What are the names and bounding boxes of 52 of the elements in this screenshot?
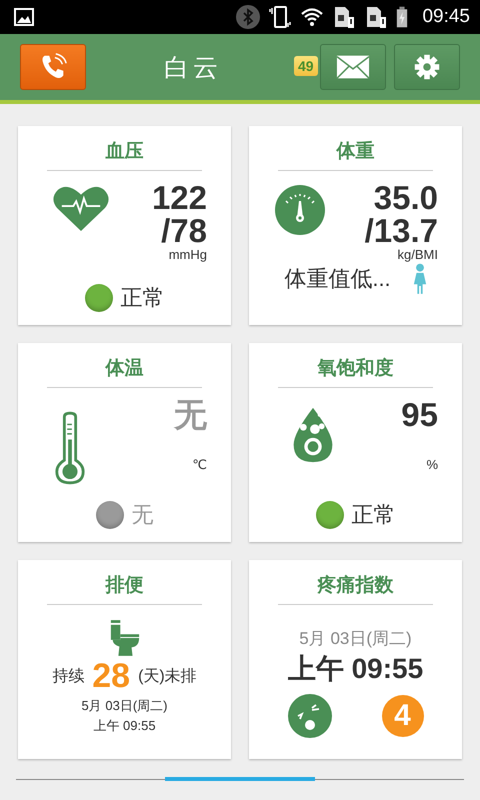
days-count: 28 bbox=[92, 657, 130, 696]
message-button[interactable] bbox=[320, 44, 386, 90]
card-title: 体重 bbox=[336, 140, 374, 164]
card-title: 疼痛指数 bbox=[318, 574, 394, 598]
record-date: 5月 03日(周二) bbox=[82, 697, 168, 715]
status-text: 正常 bbox=[120, 284, 164, 312]
card-background[interactable]: 体重 35.0 /13.7 kg/BMI 体重值低... bbox=[249, 126, 462, 325]
card-background[interactable]: 氧饱和度 95 % 正常 bbox=[249, 343, 462, 542]
reading-value: 122 bbox=[152, 181, 207, 214]
reading-value: /13.7 bbox=[364, 214, 438, 247]
sim-card-icon bbox=[332, 5, 356, 29]
unit-label: mmHg bbox=[168, 247, 207, 262]
gauge-icon bbox=[275, 185, 325, 235]
record-date: 5月 03日(周二) bbox=[299, 628, 412, 650]
record-time: 上午 09:55 bbox=[93, 717, 156, 735]
reading-value: 无 bbox=[174, 398, 207, 431]
pain-score-badge: 4 bbox=[382, 695, 424, 737]
status-text: 无 bbox=[132, 501, 154, 529]
unit-label: kg/BMI bbox=[398, 247, 438, 262]
battery-charging-icon bbox=[396, 6, 408, 28]
clock: 09:45 bbox=[422, 6, 470, 28]
card-background[interactable]: 体温 无 ℃ 无 bbox=[18, 343, 231, 542]
card-title: 氧饱和度 bbox=[318, 356, 394, 381]
card-title: 体温 bbox=[106, 357, 144, 381]
card-background[interactable]: 疼痛指数 5月 03日(周二) 上午 09:55 4 bbox=[249, 560, 462, 759]
pain-face-icon bbox=[288, 694, 332, 738]
vibrate-icon bbox=[268, 5, 292, 29]
card-title: 血压 bbox=[106, 140, 144, 164]
app-title: 白云 bbox=[164, 52, 222, 84]
card-background[interactable]: 排便 持续 28 (天)未排 5月 03日(周二) 上午 09:55 bbox=[18, 560, 231, 759]
toilet-icon bbox=[108, 619, 140, 657]
reading-value: 35.0 bbox=[374, 181, 438, 214]
unit-label: % bbox=[426, 457, 438, 472]
card-title: 排便 bbox=[106, 574, 144, 598]
call-button[interactable] bbox=[20, 44, 86, 90]
card-background[interactable]: 血压 122 /78 mmHg 正常 bbox=[18, 126, 231, 325]
settings-button[interactable] bbox=[394, 44, 460, 90]
bluetooth-icon bbox=[236, 5, 260, 29]
weight-note: 体重值低... bbox=[284, 265, 391, 293]
thermometer-icon bbox=[54, 410, 86, 486]
unit-label: ℃ bbox=[192, 457, 207, 473]
status-text: 正常 bbox=[352, 501, 396, 529]
duration-suffix: (天)未排 bbox=[138, 666, 197, 687]
reading-value: 95 bbox=[401, 398, 438, 431]
heart-pulse-icon bbox=[52, 185, 110, 231]
record-time: 上午 09:55 bbox=[288, 652, 424, 686]
reading-value: /78 bbox=[161, 214, 207, 247]
picture-notification-icon bbox=[14, 8, 34, 26]
sim-card-icon bbox=[364, 5, 388, 29]
message-count-badge: 49 bbox=[294, 56, 318, 76]
person-icon bbox=[412, 262, 427, 296]
duration-prefix: 持续 bbox=[52, 666, 84, 687]
